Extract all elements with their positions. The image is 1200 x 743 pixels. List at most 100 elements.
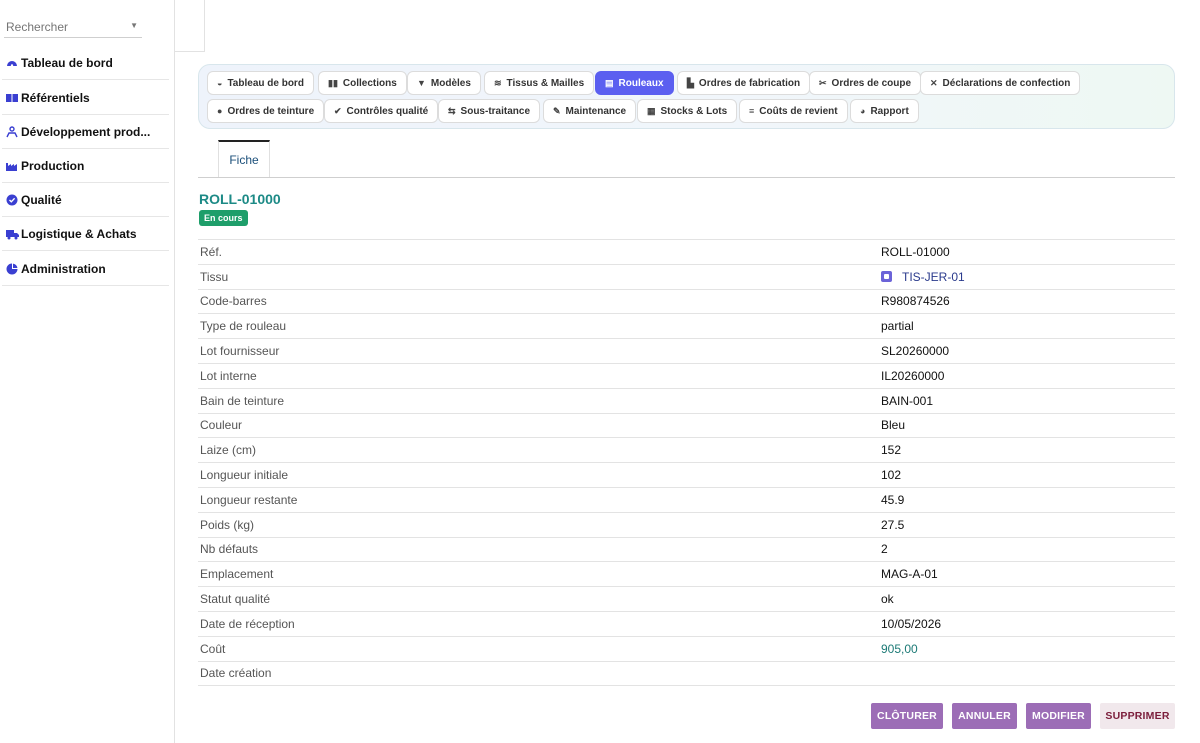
field-row: Emplacement MAG-A-01 (198, 562, 1175, 588)
warehouse-icon: ▦ (647, 105, 656, 116)
tools-icon: ✕ (930, 77, 938, 88)
field-value: ok (881, 592, 894, 607)
field-label: Coût (200, 641, 226, 656)
status-badge: En cours (199, 210, 248, 226)
field-label: Emplacement (200, 567, 274, 582)
field-row: Lot interne IL20260000 (198, 364, 1175, 389)
sidebar-item-qualite[interactable]: Qualité (2, 183, 169, 217)
tab-declarations-confection[interactable]: ✕ Déclarations de confection (920, 71, 1081, 95)
field-label: Longueur restante (200, 492, 298, 507)
tab-ordres-coupe[interactable]: ✂ Ordres de coupe (809, 71, 922, 95)
field-row: Longueur initiale 102 (198, 463, 1175, 488)
field-row: Type de rouleau partial (198, 314, 1175, 340)
field-value: 905,00 (881, 641, 918, 656)
field-value: ROLL-01000 (881, 244, 950, 259)
delete-button[interactable]: SUPPRIMER (1100, 703, 1175, 729)
field-label: Longueur initiale (200, 468, 289, 483)
sidebar-item-label: Tableau de bord (21, 55, 113, 70)
sidebar-item-dashboard[interactable]: Tableau de bord (2, 46, 169, 80)
sidebar-item-label: Production (21, 158, 85, 173)
edit-button[interactable]: MODIFIER (1026, 703, 1091, 729)
pie-chart-icon (5, 262, 19, 276)
field-value: 102 (881, 468, 902, 483)
scroll-icon: ▤ (605, 77, 614, 88)
field-label: Type de rouleau (200, 319, 287, 334)
field-row: Laize (cm) 152 (198, 438, 1175, 464)
field-value: 152 (881, 443, 902, 458)
module-tabs: ◒ Tableau de bord ▮▮ Collections ▼ Modèles … (198, 64, 1175, 129)
field-label: Bain de teinture (200, 393, 285, 408)
tab-tissus-mailles[interactable]: ≋ Tissus & Mailles (484, 71, 595, 95)
sidebar-item-logistique[interactable]: Logistique & Achats (2, 217, 169, 251)
tab-fiche[interactable]: Fiche (218, 140, 270, 178)
field-row: Couleur Bleu (198, 414, 1175, 439)
field-label: Code-barres (200, 294, 267, 309)
tab-modeles[interactable]: ▼ Modèles (407, 71, 481, 95)
field-value: 27.5 (881, 517, 905, 532)
chevron-down-icon[interactable]: ▼ (130, 21, 138, 30)
field-row: Poids (kg) 27.5 (198, 513, 1175, 538)
factory-icon (5, 159, 19, 173)
shirt-icon: ▼ (417, 78, 426, 88)
field-label: Laize (cm) (200, 443, 257, 458)
search-input[interactable] (4, 18, 124, 36)
field-label: Réf. (200, 244, 223, 259)
truck-icon (5, 227, 19, 241)
scissors-icon: ✂ (819, 77, 827, 88)
wrench-icon: ✎ (553, 105, 561, 116)
tab-maintenance[interactable]: ✎ Maintenance (543, 99, 637, 123)
tab-ordres-fabrication[interactable]: ▙ Ordres de fabrication (677, 71, 811, 95)
tab-collections[interactable]: ▮▮ Collections (318, 71, 407, 95)
sidebar-item-referentiels[interactable]: Référentiels (2, 81, 169, 115)
field-label: Date de réception (200, 616, 295, 631)
field-row: Lot fournisseur SL20260000 (198, 339, 1175, 364)
tab-stocks-lots[interactable]: ▦ Stocks & Lots (637, 99, 738, 123)
handshake-icon: ⇆ (448, 105, 456, 116)
field-row: Coût 905,00 (198, 637, 1175, 662)
field-label: Tissu (200, 269, 229, 284)
tab-tableau-de-bord[interactable]: ◒ Tableau de bord (207, 71, 314, 95)
tab-rouleaux[interactable]: ▤ Rouleaux (595, 71, 674, 95)
dashboard-icon: ◒ (217, 78, 223, 88)
sidebar-item-label: Administration (21, 261, 106, 276)
field-label: Lot fournisseur (200, 344, 280, 359)
field-row: Réf. ROLL-01000 (198, 240, 1175, 265)
tab-couts-revient[interactable]: ≡ Coûts de revient (739, 99, 848, 123)
tab-rapport[interactable]: ◕ Rapport (850, 99, 919, 123)
field-value: MAG-A-01 (881, 567, 938, 582)
search-field[interactable]: ▼ (4, 18, 142, 38)
tissu-link[interactable]: TIS-JER-01 (881, 270, 965, 284)
field-value: partial (881, 319, 914, 334)
cancel-button[interactable]: ANNULER (952, 703, 1017, 729)
tab-controles-qualite[interactable]: ✔ Contrôles qualité (324, 99, 439, 123)
sidebar: ▼ Tableau de bord Référentiels Développe… (0, 0, 175, 743)
sidebar-item-label: Référentiels (21, 90, 90, 105)
detail-table: Réf. ROLL-01000 Tissu TIS-JER-01 Code-barr… (198, 239, 1175, 687)
field-row: Date création (198, 662, 1175, 687)
sidebar-item-administration[interactable]: Administration (2, 252, 169, 286)
sidebar-item-developpement[interactable]: Développement prod... (2, 115, 169, 149)
field-value: R980874526 (881, 294, 950, 309)
fabric-icon (881, 271, 892, 283)
coins-icon: ≡ (749, 106, 755, 116)
tab-ordres-teinture[interactable]: ● Ordres de teinture (207, 99, 325, 123)
dashboard-icon (5, 56, 19, 70)
field-label: Nb défauts (200, 542, 259, 557)
field-value: 10/05/2026 (881, 616, 942, 631)
sidebar-item-production[interactable]: Production (2, 149, 169, 183)
drop-icon: ● (217, 106, 223, 116)
book-icon (5, 91, 19, 105)
field-value: 2 (881, 542, 888, 557)
check-circle-icon (5, 193, 19, 207)
divider (198, 177, 1175, 178)
book-icon: ▮▮ (328, 77, 338, 88)
users-icon (5, 125, 19, 139)
tab-sous-traitance[interactable]: ⇆ Sous-traitance (438, 99, 541, 123)
field-label: Statut qualité (200, 592, 271, 607)
field-row: Date de réception 10/05/2026 (198, 612, 1175, 637)
close-record-button[interactable]: CLÔTURER (871, 703, 943, 729)
field-row: Bain de teinture BAIN-001 (198, 389, 1175, 414)
sidebar-item-label: Qualité (21, 192, 62, 207)
field-label: Lot interne (200, 368, 257, 383)
check-circle-icon: ✔ (334, 105, 342, 116)
